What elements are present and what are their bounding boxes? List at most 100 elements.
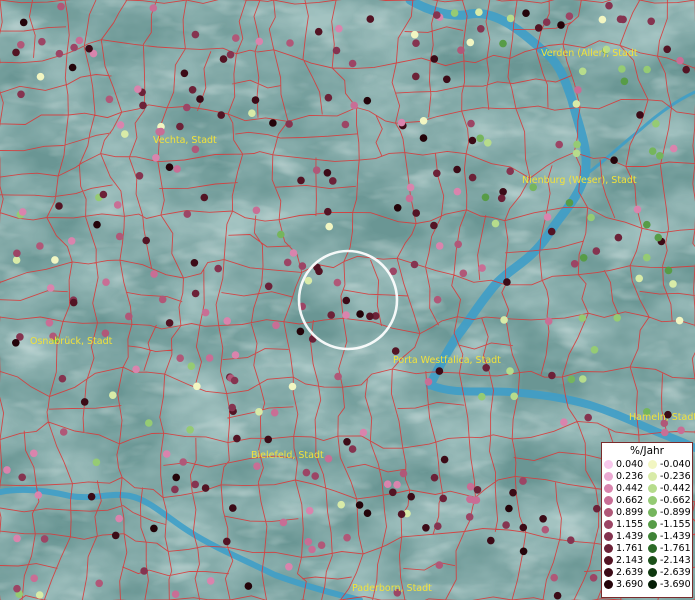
measurement-point[interactable] [105,95,114,104]
measurement-point[interactable] [57,2,65,11]
measurement-point[interactable] [590,346,599,354]
measurement-point[interactable] [142,236,150,245]
measurement-point[interactable] [55,49,64,58]
measurement-point[interactable] [229,504,237,512]
measurement-point[interactable] [230,376,239,385]
measurement-point[interactable] [419,134,428,142]
measurement-point[interactable] [333,278,342,287]
measurement-point[interactable] [491,219,500,228]
measurement-point[interactable] [68,63,77,72]
measurement-point[interactable] [636,111,644,119]
measurement-point[interactable] [34,491,43,499]
measurement-point[interactable] [36,72,45,81]
measurement-point[interactable] [171,485,179,494]
measurement-point[interactable] [664,266,673,275]
measurement-point[interactable] [534,24,543,32]
measurement-point[interactable] [325,222,334,231]
measurement-point[interactable] [397,118,406,127]
measurement-point[interactable] [298,262,307,270]
measurement-point[interactable] [206,577,215,585]
measurement-point[interactable] [434,522,442,530]
measurement-point[interactable] [457,46,465,54]
measurement-point[interactable] [145,419,153,427]
measurement-point[interactable] [406,183,415,192]
measurement-point[interactable] [135,172,144,180]
measurement-point[interactable] [539,515,547,523]
measurement-point[interactable] [99,190,108,199]
measurement-point[interactable] [499,188,507,196]
measurement-point[interactable] [302,468,311,477]
measurement-point[interactable] [285,563,293,571]
measurement-point[interactable] [499,39,507,48]
measurement-point[interactable] [223,537,231,546]
measurement-point[interactable] [270,408,279,417]
measurement-point[interactable] [470,496,479,505]
measurement-point[interactable] [30,449,38,458]
measurement-point[interactable] [522,9,530,17]
measurement-point[interactable] [393,480,401,489]
measurement-point[interactable] [543,213,552,221]
measurement-point[interactable] [663,45,671,54]
measurement-point[interactable] [40,535,49,543]
measurement-point[interactable] [251,96,260,104]
map-canvas[interactable]: Verden (Aller), Stadt Vechta, Stadt Nienbu… [0,0,695,600]
measurement-point[interactable] [433,11,441,19]
measurement-point[interactable] [433,295,442,304]
measurement-point[interactable] [477,25,485,33]
measurement-point[interactable] [505,504,513,513]
measurement-point[interactable] [277,230,285,239]
measurement-point[interactable] [643,65,651,74]
measurement-point[interactable] [440,455,449,464]
measurement-point[interactable] [341,120,350,129]
measurement-point[interactable] [547,227,556,236]
measurement-point[interactable] [424,378,433,386]
measurement-point[interactable] [614,233,623,242]
measurement-point[interactable] [459,269,468,278]
measurement-point[interactable] [648,147,657,155]
measurement-point[interactable] [93,220,101,229]
measurement-point[interactable] [343,533,351,542]
measurement-point[interactable] [150,270,158,278]
measurement-point[interactable] [572,100,581,108]
measurement-point[interactable] [422,524,430,532]
measurement-point[interactable] [578,314,587,322]
measurement-point[interactable] [92,458,101,467]
measurement-point[interactable] [13,249,21,258]
measurement-point[interactable] [69,298,78,307]
measurement-point[interactable] [410,260,419,269]
measurement-point[interactable] [502,521,510,529]
measurement-point[interactable] [186,426,194,434]
measurement-point[interactable] [613,314,621,322]
measurement-point[interactable] [366,15,375,23]
measurement-point[interactable] [466,482,475,491]
measurement-point[interactable] [548,371,556,380]
measurement-point[interactable] [312,166,321,174]
measurement-point[interactable] [550,573,558,582]
measurement-point[interactable] [187,362,196,371]
measurement-point[interactable] [676,56,684,65]
measurement-point[interactable] [191,480,199,489]
measurement-point[interactable] [311,472,320,480]
measurement-point[interactable] [296,327,305,336]
measurement-point[interactable] [12,339,20,347]
measurement-point[interactable] [113,201,122,209]
measurement-point[interactable] [450,9,459,17]
measurement-point[interactable] [407,492,416,501]
measurement-point[interactable] [46,284,55,292]
measurement-point[interactable] [478,264,486,272]
measurement-point[interactable] [183,210,192,218]
measurement-point[interactable] [13,534,21,543]
measurement-point[interactable] [191,30,200,39]
measurement-point[interactable] [196,95,204,103]
measurement-point[interactable] [453,165,461,174]
measurement-point[interactable] [519,547,528,556]
measurement-point[interactable] [115,514,123,523]
measurement-point[interactable] [500,316,508,324]
measurement-point[interactable] [201,308,210,317]
measurement-point[interactable] [589,574,598,582]
measurement-point[interactable] [519,523,528,532]
measurement-point[interactable] [297,176,305,185]
measurement-point[interactable] [348,445,357,453]
measurement-point[interactable] [419,117,428,125]
measurement-point[interactable] [232,34,240,42]
